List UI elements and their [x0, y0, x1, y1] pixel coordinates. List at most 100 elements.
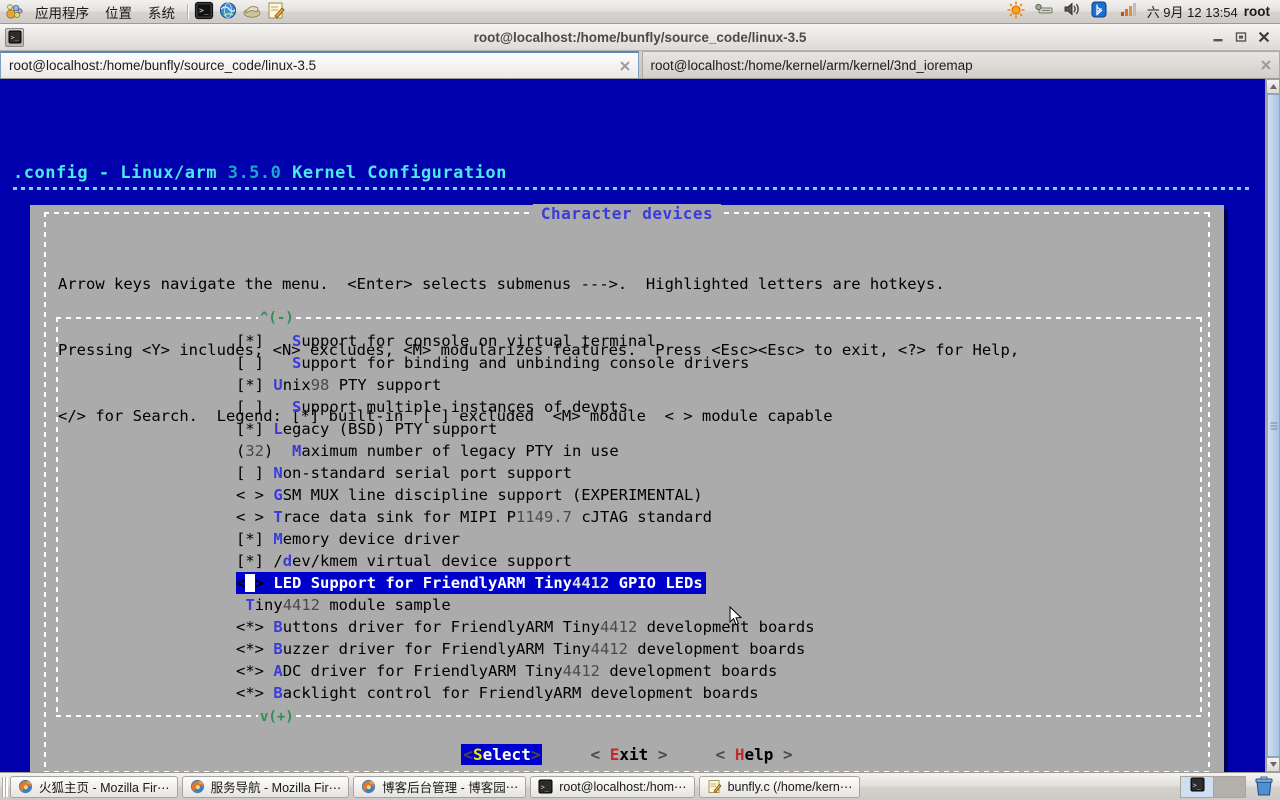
- panel-tray-group: 六 9月 12 13:54 root: [1007, 1, 1280, 22]
- text-editor-icon[interactable]: [266, 1, 288, 22]
- button-xit[interactable]: < Exit >: [590, 745, 667, 764]
- sun-icon[interactable]: [1007, 1, 1029, 22]
- menu-item[interactable]: [ ] Support for binding and unbinding co…: [236, 352, 749, 374]
- row-mark: <*>: [236, 662, 264, 680]
- button-hotkey: S: [473, 745, 483, 764]
- signal-icon[interactable]: [1119, 1, 1141, 22]
- menu-item[interactable]: <*> Buttons driver for FriendlyARM Tiny4…: [236, 616, 815, 638]
- panel-user-menu[interactable]: root: [1244, 4, 1272, 19]
- scroll-down-button[interactable]: [1266, 757, 1280, 772]
- terminal-scrollbar[interactable]: [1265, 79, 1280, 772]
- menu-item[interactable]: [ ] Support multiple instances of devpts: [236, 396, 628, 418]
- trash-icon[interactable]: [1254, 776, 1274, 798]
- row-mark: [ ]: [236, 464, 264, 482]
- taskbar-button-label: root@localhost:/hom⋯: [559, 780, 687, 794]
- menu-item[interactable]: [*] Memory device driver: [236, 528, 460, 550]
- firefox-icon: [190, 779, 205, 794]
- menu-item[interactable]: < > Trace data sink for MIPI P1149.7 cJT…: [236, 506, 712, 528]
- row-label: upport for binding and unbinding console…: [301, 354, 750, 372]
- menuconfig-list[interactable]: ^(-) v(+) [*] Support for console on vir…: [56, 311, 1202, 724]
- menu-item[interactable]: [*] /dev/kmem virtual device support: [236, 550, 572, 572]
- button-elp[interactable]: < Help >: [716, 745, 793, 764]
- menu-item[interactable]: [*] Unix98 PTY support: [236, 374, 441, 396]
- tab-linux-3-5[interactable]: root@localhost:/home/bunfly/source_code/…: [0, 51, 639, 78]
- menu-item[interactable]: [ ] Non-standard serial port support: [236, 462, 572, 484]
- panel-menu-places[interactable]: 位置: [98, 0, 139, 24]
- bluetooth-icon[interactable]: [1091, 1, 1113, 22]
- row-mark: [*]: [236, 530, 264, 548]
- row-number: 32: [245, 442, 265, 460]
- volume-icon[interactable]: [1063, 1, 1085, 22]
- row-hotkey: T: [245, 596, 255, 614]
- button-elect[interactable]: <Select>: [461, 744, 543, 765]
- menuconfig-buttons: <Select> < Exit > < Help >: [30, 744, 1224, 765]
- taskbar-button[interactable]: >_ root@localhost:/hom⋯: [530, 775, 695, 798]
- taskbar-button[interactable]: 博客后台管理 - 博客园⋯: [353, 775, 527, 798]
- button-bracket-left: <: [715, 745, 735, 764]
- menu-item[interactable]: (32) Maximum number of legacy PTY in use: [236, 440, 619, 462]
- menu-item[interactable]: Tiny4412 module sample: [236, 594, 450, 616]
- panel-drag-handle[interactable]: [2, 776, 8, 797]
- network-icon[interactable]: [1035, 1, 1057, 22]
- menu-item[interactable]: <*> ADC driver for FriendlyARM Tiny4412 …: [236, 660, 777, 682]
- panel-menu-applications[interactable]: 应用程序: [28, 0, 96, 24]
- close-icon[interactable]: [1257, 30, 1271, 44]
- taskbar-button-label: 博客后台管理 - 博客园⋯: [382, 781, 519, 795]
- row-mark: <*>: [236, 684, 264, 702]
- taskbar-button[interactable]: bunfly.c (/home/kern⋯: [698, 775, 861, 798]
- scroll-up-marker: ^(-): [258, 310, 296, 326]
- row-number: 4412: [572, 574, 610, 592]
- menu-item-selected[interactable]: < > LED Support for FriendlyARM Tiny4412…: [236, 572, 706, 594]
- row-label: acklight control for FriendlyARM develop…: [282, 684, 759, 702]
- panel-clock[interactable]: 六 9月 12 13:54: [1147, 2, 1238, 21]
- row-label: upport multiple instances of devpts: [301, 398, 628, 416]
- row-hotkey: S: [292, 332, 302, 350]
- scroll-down-marker: v(+): [258, 709, 296, 725]
- row-hotkey: A: [273, 662, 283, 680]
- row-mark: [ ]: [236, 354, 264, 372]
- firefox-icon: [361, 779, 376, 794]
- menuconfig-screen[interactable]: .config - Linux/arm 3.5.0 Kernel Configu…: [0, 79, 1265, 772]
- scroll-up-button[interactable]: [1266, 79, 1280, 94]
- web-browser-icon[interactable]: [218, 1, 240, 22]
- close-icon[interactable]: [1259, 58, 1273, 72]
- tab-label: root@localhost:/home/bunfly/source_code/…: [9, 58, 317, 73]
- svg-text:>_: >_: [199, 6, 209, 15]
- row-hotkey: d: [282, 552, 293, 570]
- row-label: uzzer driver for FriendlyARM Tiny4412 de…: [282, 640, 806, 658]
- workspace-switcher[interactable]: >_: [1180, 775, 1246, 798]
- button-label: elp: [744, 745, 774, 764]
- window-titlebar[interactable]: >_ root@localhost:/home/bunfly/source_co…: [0, 24, 1280, 51]
- menu-item[interactable]: <*> Backlight control for FriendlyARM de…: [236, 682, 759, 704]
- row-number: 4412: [562, 662, 600, 680]
- cursor-block: [245, 574, 255, 592]
- row-hotkey: G: [273, 486, 283, 504]
- row-number: 4412: [282, 596, 321, 614]
- menu-item[interactable]: [*] Legacy (BSD) PTY support: [236, 418, 497, 440]
- list-border-left: [56, 317, 58, 717]
- taskbar-button-label: 火狐主页 - Mozilla Fir⋯: [39, 781, 170, 795]
- menu-item[interactable]: [*] Support for console on virtual termi…: [236, 330, 656, 352]
- taskbar-button[interactable]: 火狐主页 - Mozilla Fir⋯: [10, 775, 178, 798]
- row-label: DC driver for FriendlyARM Tiny4412 devel…: [282, 662, 778, 680]
- workspace-1[interactable]: >_: [1181, 776, 1213, 797]
- menuconfig-dialog: Character devices Arrow keys navigate th…: [30, 204, 1224, 772]
- help-icon[interactable]: [242, 1, 264, 22]
- close-icon[interactable]: [618, 59, 632, 73]
- row-label: aximum number of legacy PTY in use: [301, 442, 619, 460]
- terminal-icon[interactable]: >_: [194, 1, 216, 22]
- button-label: xit: [619, 745, 649, 764]
- minimize-icon[interactable]: [1211, 30, 1225, 44]
- scrollbar-thumb[interactable]: [1267, 94, 1280, 757]
- menu-item[interactable]: < > GSM MUX line discipline support (EXP…: [236, 484, 703, 506]
- menu-item[interactable]: <*> Buzzer driver for FriendlyARM Tiny44…: [236, 638, 805, 660]
- workspace-2[interactable]: [1213, 776, 1245, 797]
- dialog-title-text: Character devices: [532, 204, 722, 223]
- panel-menu-system[interactable]: 系统: [141, 0, 182, 24]
- tab-3nd-ioremap[interactable]: root@localhost:/home/kernel/arm/kernel/3…: [641, 51, 1280, 78]
- scrollbar-track[interactable]: [1266, 94, 1280, 757]
- row-number: 4412: [599, 618, 638, 636]
- taskbar-button[interactable]: 服务导航 - Mozilla Fir⋯: [181, 775, 350, 798]
- maximize-icon[interactable]: [1234, 30, 1248, 44]
- row-prefix: /: [273, 552, 283, 570]
